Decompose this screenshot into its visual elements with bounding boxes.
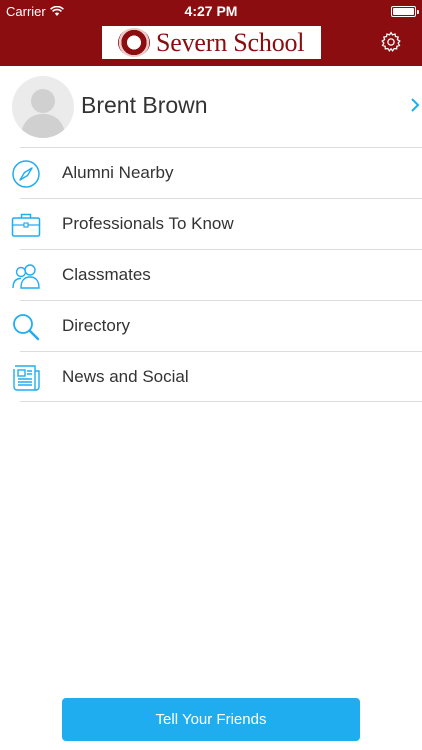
compass-icon <box>12 160 40 188</box>
menu-label: Classmates <box>62 265 151 284</box>
menu-item-news-social[interactable]: News and Social <box>0 352 422 403</box>
menu-label: Directory <box>62 316 131 335</box>
people-icon <box>12 264 40 289</box>
profile-row[interactable]: Brent Brown <box>0 66 422 147</box>
divider <box>20 401 422 402</box>
search-icon <box>13 314 40 341</box>
logo-text: Severn School <box>156 27 305 57</box>
briefcase-icon <box>11 213 41 237</box>
chevron-right-icon[interactable] <box>410 98 420 112</box>
gear-icon[interactable] <box>380 31 402 53</box>
profile-name: Brent Brown <box>81 92 208 118</box>
person-silhouette-icon <box>20 89 66 138</box>
avatar <box>12 76 74 138</box>
tell-your-friends-button[interactable]: Tell Your Friends <box>62 698 360 741</box>
header: Carrier 4:27 PM Severn School <box>0 0 422 66</box>
menu-item-professionals[interactable]: Professionals To Know <box>0 199 422 250</box>
battery-icon <box>391 6 419 17</box>
menu-item-classmates[interactable]: Classmates <box>0 250 422 301</box>
status-time: 4:27 PM <box>184 3 238 19</box>
school-logo: Severn School <box>102 26 321 59</box>
status-bar: Carrier 4:27 PM <box>0 0 422 22</box>
menu-item-directory[interactable]: Directory <box>0 301 422 352</box>
menu-item-alumni-nearby[interactable]: Alumni Nearby <box>0 148 422 199</box>
newspaper-icon <box>13 365 40 391</box>
menu-label: Professionals To Know <box>62 214 234 233</box>
menu-label: Alumni Nearby <box>62 163 174 182</box>
school-seal-icon <box>118 28 150 57</box>
menu-label: News and Social <box>62 367 189 386</box>
